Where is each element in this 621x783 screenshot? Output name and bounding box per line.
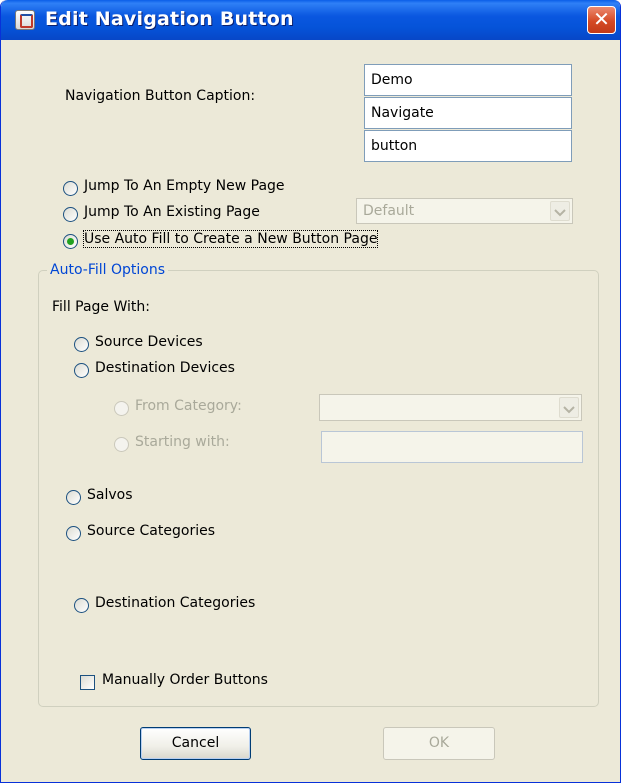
destination-devices-label[interactable]: Destination Devices <box>95 360 235 376</box>
source-categories-label[interactable]: Source Categories <box>87 523 215 539</box>
source-devices-radio[interactable] <box>74 337 89 352</box>
salvos-label[interactable]: Salvos <box>87 487 133 503</box>
existing-page-select[interactable]: Default <box>356 198 573 224</box>
salvos-radio[interactable] <box>66 490 81 505</box>
jump-existing-page-radio[interactable] <box>63 207 78 222</box>
close-button[interactable]: ✕ <box>587 6 616 34</box>
from-category-select[interactable] <box>319 394 582 421</box>
manually-order-checkbox[interactable] <box>80 675 95 690</box>
chevron-down-icon[interactable] <box>550 201 570 221</box>
jump-empty-page-label[interactable]: Jump To An Empty New Page <box>84 178 285 194</box>
fill-page-label: Fill Page With: <box>52 299 150 315</box>
dialog-window: Edit Navigation Button ✕ Navigation Butt… <box>0 0 621 783</box>
from-category-label[interactable]: From Category: <box>135 398 242 414</box>
java-cup-icon <box>15 10 35 30</box>
existing-page-select-value: Default <box>363 203 415 219</box>
caption-line-2-field[interactable]: Navigate <box>364 97 572 129</box>
jump-existing-page-label[interactable]: Jump To An Existing Page <box>84 204 260 220</box>
starting-with-label[interactable]: Starting with: <box>135 434 230 450</box>
from-category-radio[interactable] <box>114 401 129 416</box>
title-bar[interactable]: Edit Navigation Button ✕ <box>1 0 620 40</box>
close-icon: ✕ <box>593 7 610 31</box>
destination-devices-radio[interactable] <box>74 363 89 378</box>
ok-button[interactable]: OK <box>383 727 495 760</box>
chevron-down-icon[interactable] <box>559 397 579 418</box>
caption-label: Navigation Button Caption: <box>65 88 256 104</box>
caption-line-3-field[interactable]: button <box>364 130 572 162</box>
use-auto-fill-radio[interactable] <box>63 234 78 249</box>
starting-with-radio[interactable] <box>114 437 129 452</box>
source-devices-label[interactable]: Source Devices <box>95 334 203 350</box>
starting-with-input[interactable] <box>321 431 583 463</box>
manually-order-label[interactable]: Manually Order Buttons <box>102 672 268 688</box>
use-auto-fill-label[interactable]: Use Auto Fill to Create a New Button Pag… <box>82 230 379 248</box>
caption-line-1-field[interactable]: Demo <box>364 64 572 96</box>
jump-empty-page-radio[interactable] <box>63 181 78 196</box>
source-categories-radio[interactable] <box>66 526 81 541</box>
cancel-button[interactable]: Cancel <box>140 727 251 760</box>
destination-categories-radio[interactable] <box>74 598 89 613</box>
auto-fill-legend: Auto-Fill Options <box>47 262 168 278</box>
destination-categories-label[interactable]: Destination Categories <box>95 595 255 611</box>
window-title: Edit Navigation Button <box>45 8 294 30</box>
